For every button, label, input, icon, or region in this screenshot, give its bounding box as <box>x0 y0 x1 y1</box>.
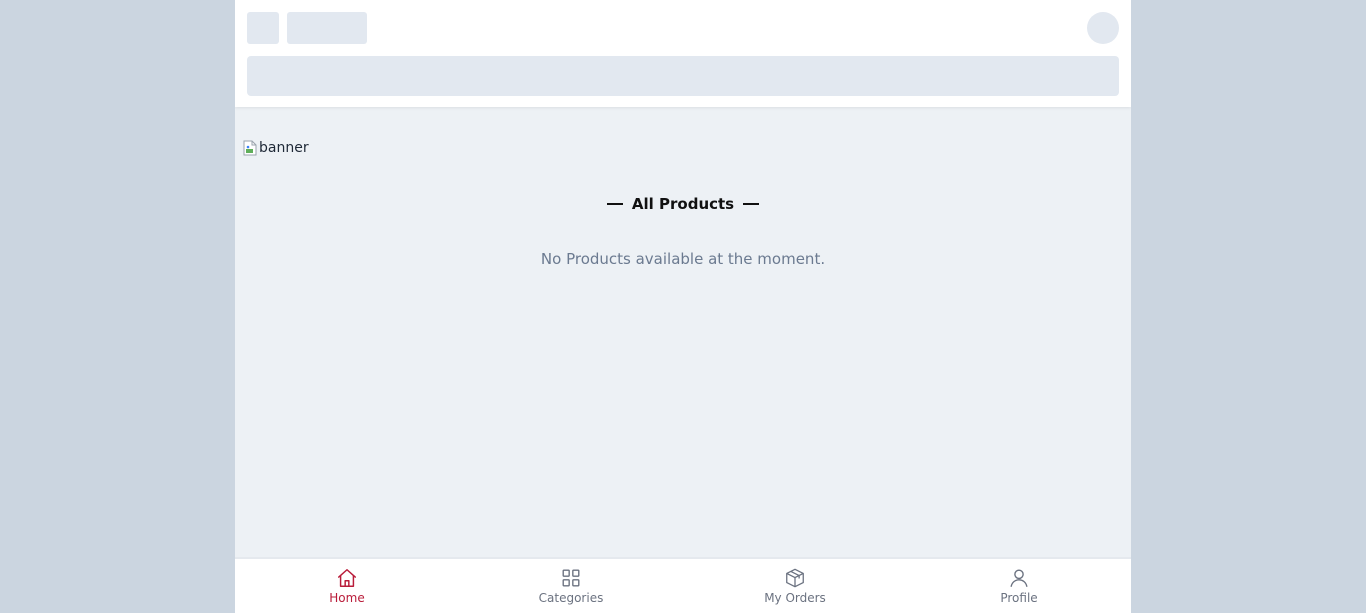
nav-label-home: Home <box>329 591 365 605</box>
nav-item-my-orders[interactable]: My Orders <box>683 559 907 613</box>
app-container: banner All Products No Products availabl… <box>235 0 1131 613</box>
nav-label-categories: Categories <box>538 591 604 605</box>
nav-label-profile: Profile <box>1000 591 1038 605</box>
heading-right-dash <box>743 203 760 205</box>
empty-products-message: No Products available at the moment. <box>540 250 826 268</box>
header <box>235 0 1131 107</box>
grid-icon <box>560 567 582 589</box>
menu-button-placeholder[interactable] <box>247 12 279 44</box>
nav-item-categories[interactable]: Categories <box>459 559 683 613</box>
user-icon <box>1008 567 1030 589</box>
bottom-navigation: Home Categories My Orders Profile <box>235 557 1131 613</box>
logo-placeholder <box>287 12 367 44</box>
nav-item-profile[interactable]: Profile <box>907 559 1131 613</box>
heading-left-dash <box>606 203 623 205</box>
broken-image-icon <box>243 140 257 156</box>
avatar-placeholder[interactable] <box>1087 12 1119 44</box>
section-title: All Products <box>631 195 735 213</box>
search-bar-placeholder[interactable] <box>247 56 1119 96</box>
section-heading: All Products <box>235 193 1131 215</box>
home-icon <box>336 567 358 589</box>
nav-label-my-orders: My Orders <box>764 591 826 605</box>
banner-image[interactable]: banner <box>243 137 309 159</box>
package-icon <box>784 567 806 589</box>
nav-item-home[interactable]: Home <box>235 559 459 613</box>
banner-alt-text: banner <box>259 140 309 156</box>
